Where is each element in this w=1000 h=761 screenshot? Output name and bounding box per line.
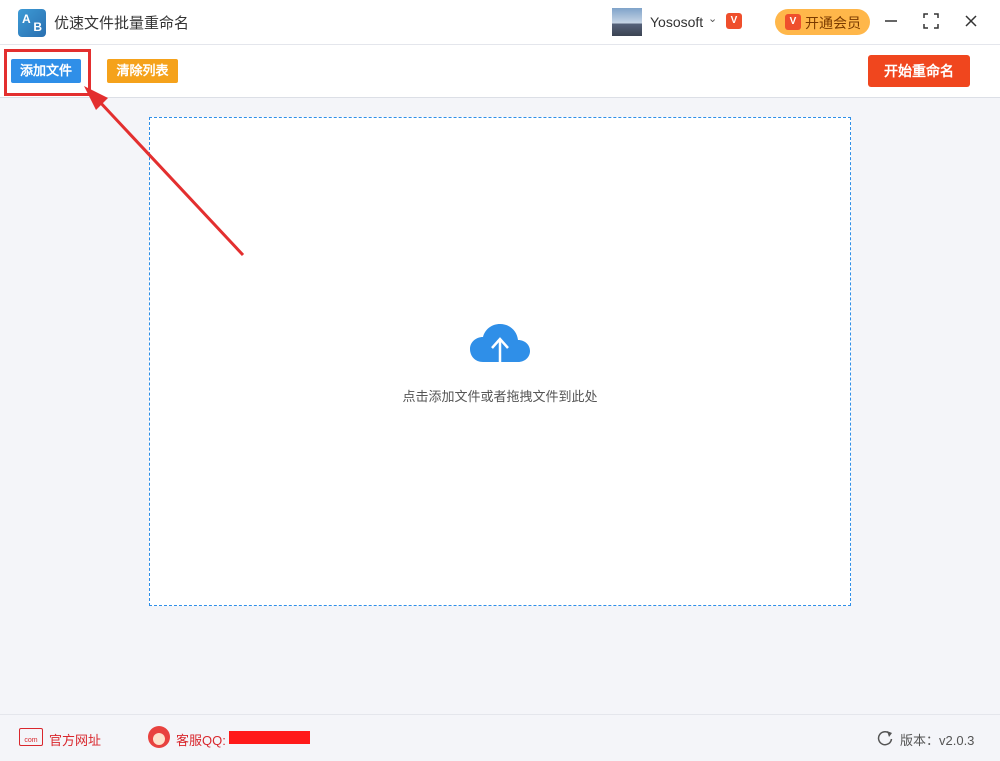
cloud-upload-icon [470,324,530,376]
maximize-icon [923,13,939,29]
chevron-down-icon[interactable]: ⌄ [708,12,717,25]
user-avatar[interactable] [612,8,642,36]
app-title: 优速文件批量重命名 [54,15,190,32]
start-rename-button[interactable]: 开始重命名 [868,55,970,87]
redacted-qq-number [229,731,310,744]
clear-list-button[interactable]: 清除列表 [107,59,178,83]
official-website-link[interactable]: 官方网址 [49,730,101,749]
maximize-button[interactable] [918,8,944,34]
minimize-icon [885,20,897,22]
username[interactable]: Yososoft [650,14,703,30]
customer-service-qq-label[interactable]: 客服QQ: [176,730,226,749]
customer-service-icon [148,726,170,748]
close-icon [965,15,977,27]
annotation-highlight-box [4,49,91,96]
title-bar: A B 优速文件批量重命名 Yososoft ⌄ V V 开通会员 [0,0,1000,45]
vip-icon: V [785,14,801,30]
open-vip-label: 开通会员 [805,15,861,31]
minimize-button[interactable] [878,8,904,34]
drop-hint-text: 点击添加文件或者拖拽文件到此处 [402,389,598,404]
website-icon: com [19,728,43,746]
version-label: 版本：v2.0.3 [900,733,975,748]
refresh-icon[interactable] [876,729,894,747]
app-logo-icon: A B [18,9,46,37]
toolbar: 添加文件 清除列表 开始重命名 [0,45,1000,98]
open-vip-button[interactable]: V 开通会员 [775,9,870,35]
vip-badge-icon: V [726,13,742,29]
status-bar: com 官方网址 客服QQ: 版本：v2.0.3 [0,714,1000,761]
close-button[interactable] [958,8,984,34]
file-drop-zone[interactable]: 点击添加文件或者拖拽文件到此处 [149,117,851,606]
